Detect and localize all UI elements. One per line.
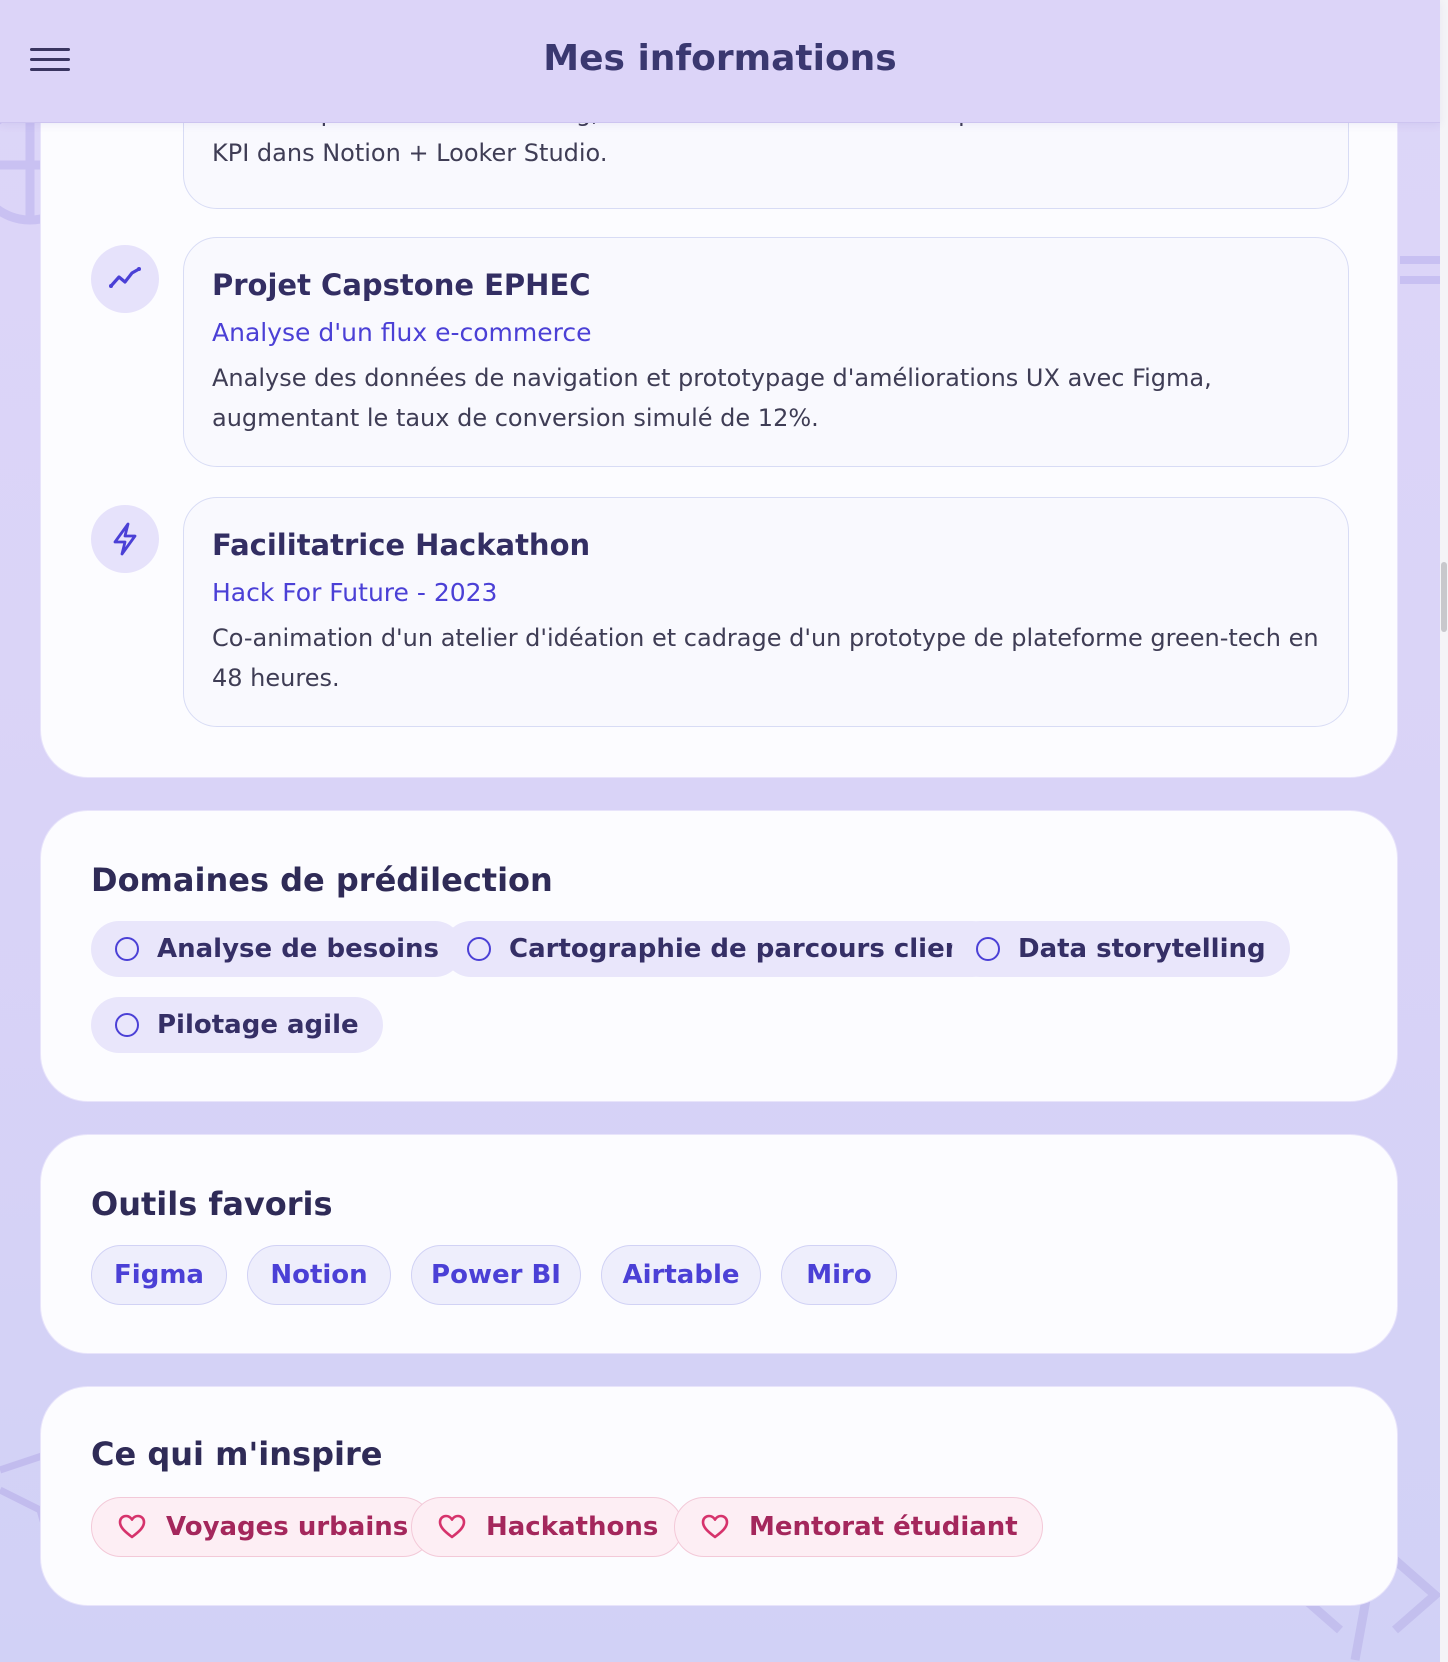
inspiration-chip-label: Voyages urbains	[166, 1512, 409, 1542]
domain-chip[interactable]: Pilotage agile	[91, 997, 383, 1053]
lightning-icon	[91, 505, 159, 573]
inspiration-chip[interactable]: Mentorat étudiant	[674, 1497, 1043, 1557]
section-title: Outils favoris	[91, 1185, 333, 1223]
circle-icon	[115, 1013, 139, 1037]
domain-chip-label: Data storytelling	[1018, 934, 1266, 964]
trend-line-icon	[91, 245, 159, 313]
experience-item: Projet Capstone EPHEC Analyse d'un flux …	[183, 237, 1349, 467]
section-title: Domaines de prédilection	[91, 861, 553, 899]
tool-chip[interactable]: Airtable	[601, 1245, 761, 1305]
section-title: Ce qui m'inspire	[91, 1435, 383, 1473]
experience-subtitle: Analyse d'un flux e-commerce	[212, 318, 592, 347]
inspiration-chip-label: Mentorat étudiant	[749, 1512, 1018, 1542]
domains-card: Domaines de prédilection Analyse de beso…	[40, 810, 1398, 1102]
circle-icon	[115, 937, 139, 961]
top-app-bar: Mes informations	[0, 0, 1440, 123]
domain-chip-label: Pilotage agile	[157, 1010, 359, 1040]
experience-subtitle: Hack For Future - 2023	[212, 578, 498, 607]
experience-description: Analyse des données de navigation et pro…	[212, 364, 1212, 432]
inspiration-chip[interactable]: Voyages urbains	[91, 1497, 434, 1557]
tool-chip[interactable]: Figma	[91, 1245, 227, 1305]
heart-icon	[701, 1514, 729, 1539]
circle-icon	[467, 937, 491, 961]
experience-description: Co-animation d'un atelier d'idéation et …	[212, 624, 1319, 692]
circle-icon	[976, 937, 1000, 961]
experience-title: Projet Capstone EPHEC	[212, 268, 591, 302]
experiences-card: Audit du parcours d'onboarding, intervie…	[40, 31, 1398, 778]
scrollbar-track[interactable]	[1440, 0, 1448, 1662]
domain-chip[interactable]: Cartographie de parcours client	[443, 921, 1000, 977]
tool-chip[interactable]: Miro	[781, 1245, 897, 1305]
inspiration-card: Ce qui m'inspire Voyages urbains Hackath…	[40, 1386, 1398, 1606]
inspiration-chip-label: Hackathons	[486, 1512, 659, 1542]
experience-item: Facilitatrice Hackathon Hack For Future …	[183, 497, 1349, 727]
tools-card: Outils favoris Figma Notion Power BI Air…	[40, 1134, 1398, 1354]
tool-chip[interactable]: Power BI	[411, 1245, 581, 1305]
heart-icon	[438, 1514, 466, 1539]
domain-chip-label: Cartographie de parcours client	[509, 934, 976, 964]
tool-chip[interactable]: Notion	[247, 1245, 391, 1305]
experience-title: Facilitatrice Hackathon	[212, 528, 591, 562]
scrollbar-thumb[interactable]	[1441, 562, 1447, 632]
domain-chip[interactable]: Analyse de besoins	[91, 921, 463, 977]
domain-chip[interactable]: Data storytelling	[952, 921, 1290, 977]
domain-chip-label: Analyse de besoins	[157, 934, 439, 964]
inspiration-chip[interactable]: Hackathons	[411, 1497, 684, 1557]
heart-icon	[118, 1514, 146, 1539]
page-title: Mes informations	[543, 38, 897, 79]
